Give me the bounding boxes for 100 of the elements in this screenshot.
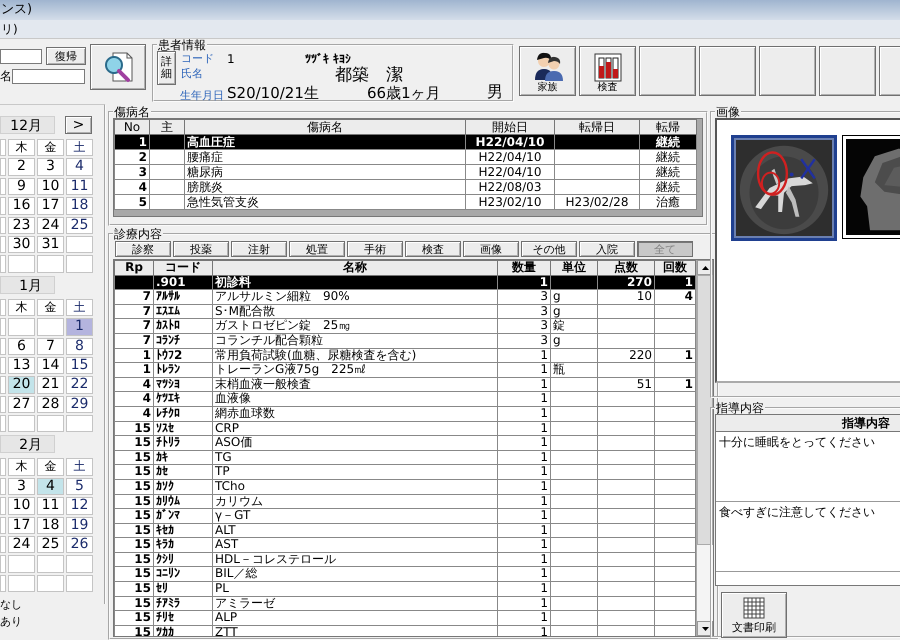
table-row[interactable]: 7 ｶｽﾄﾛ ガストロゼピン錠 25㎎ 3 錠 [114, 318, 696, 334]
calendar-day[interactable]: 14 [37, 356, 64, 374]
table-row[interactable]: 15 ﾁｱﾐﾗ アミラーゼ 1 [114, 596, 696, 611]
calendar-cell[interactable] [8, 574, 35, 592]
calendar-day[interactable]: 18 [37, 516, 64, 534]
table-row[interactable]: 2 腰痛症 H22/04/10 継続 [114, 150, 696, 164]
calendar-day[interactable]: 22 [66, 376, 93, 394]
column-header[interactable]: 主 [150, 120, 184, 134]
toolbar-button[interactable] [639, 46, 696, 96]
column-header[interactable]: Rp [114, 260, 154, 276]
calendar-cell[interactable] [37, 574, 64, 592]
calendar-day[interactable]: 10 [37, 178, 64, 196]
calendar-day[interactable]: 7 [37, 338, 64, 355]
table-row[interactable]: 15 ﾂｶｶ ZTT 1 [114, 625, 696, 636]
category-tab[interactable]: 検査 [405, 241, 461, 257]
calendar-day[interactable]: 31 [37, 236, 64, 254]
table-row[interactable]: 5 急性気管支炎 H23/02/10 H23/02/28 治癒 [114, 194, 696, 210]
table-row[interactable]: 15 ｶﾞﾝﾏ γ－GT 1 [114, 508, 696, 524]
calendar-day[interactable]: 1 [66, 318, 93, 336]
table-row[interactable]: 15 ｶｿｸ TCho 1 [114, 479, 696, 494]
category-tab[interactable]: 投薬 [173, 241, 229, 257]
table-row[interactable]: 15 ｾﾘ PL 1 [114, 582, 696, 596]
toolbar-button[interactable] [759, 46, 816, 96]
calendar-day[interactable]: 17 [8, 516, 35, 534]
table-row[interactable]: 15 ｶｷ TG 1 [114, 450, 696, 465]
calendar-day[interactable]: 28 [37, 396, 64, 414]
calendar-day[interactable]: 30 [8, 236, 35, 254]
calendar-day[interactable]: 4 [66, 158, 93, 176]
table-row[interactable]: 15 ｷﾗｶ AST 1 [114, 538, 696, 552]
category-tab[interactable]: 診察 [115, 241, 171, 257]
column-header[interactable]: 転帰日 [554, 120, 640, 134]
table-row[interactable]: 4 ﾏﾂｼﾖ 末梢血液一般検査 1 51 1 [114, 377, 696, 392]
calendar-day[interactable]: 23 [8, 216, 35, 234]
input-field[interactable] [0, 48, 42, 64]
test-button[interactable]: 検査 [579, 46, 636, 96]
category-tab[interactable]: 処置 [289, 241, 345, 257]
print-button[interactable]: 文書印刷 [721, 592, 787, 638]
table-row[interactable]: 7 ｱﾙｻﾙ アルサルミン細粒 90% 3 g 10 4 [114, 290, 696, 304]
menu-item[interactable]: リ) [0, 22, 18, 36]
column-header[interactable]: 傷病名 [184, 120, 466, 134]
calendar-day[interactable]: 6 [8, 338, 35, 355]
column-header[interactable]: 単位 [550, 260, 598, 276]
calendar-day[interactable]: 13 [8, 356, 35, 374]
calendar-day[interactable]: 12 [66, 497, 93, 515]
calendar-day[interactable]: 21 [37, 376, 64, 394]
column-header[interactable]: 指導内容 [716, 415, 900, 432]
table-row[interactable]: 1 ﾄﾚﾗﾝ トレーランG液75g 225㎖ 1 瓶 [114, 362, 696, 378]
table-row[interactable]: 1 高血圧症 H22/04/10 継続 [114, 134, 696, 150]
calendar-cell[interactable] [66, 415, 93, 432]
column-header[interactable]: 数量 [498, 260, 550, 276]
column-header[interactable]: コード [154, 260, 212, 276]
table-row[interactable]: 15 ｸｼﾘ HDL－コレステロール 1 [114, 552, 696, 567]
calendar-cell[interactable] [37, 555, 64, 573]
calendar-cell[interactable] [37, 318, 64, 336]
calendar-day[interactable]: 11 [37, 497, 64, 515]
calendar-cell[interactable] [8, 318, 35, 336]
calendar-day[interactable]: 24 [8, 536, 35, 554]
calendar-day[interactable]: 19 [66, 516, 93, 534]
table-row[interactable]: 15 ｶﾘｳﾑ カリウム 1 [114, 494, 696, 509]
category-tab[interactable]: 入院 [579, 241, 635, 257]
calendar-day[interactable]: 27 [8, 396, 35, 414]
calendar-day[interactable]: 2 [8, 158, 35, 176]
table-row[interactable]: .901 初診料 1 270 1 [114, 275, 696, 290]
column-header[interactable]: 名称 [212, 260, 498, 276]
calendar-day[interactable]: 26 [66, 536, 93, 554]
table-row[interactable]: 7 ｺﾗﾝﾁ コランチル配合顆粒 3 g [114, 333, 696, 348]
calendar-day[interactable]: 3 [8, 478, 35, 496]
calendar-day[interactable]: 11 [66, 178, 93, 196]
column-header[interactable]: 点数 [598, 260, 654, 276]
category-tab[interactable]: その他 [521, 241, 577, 257]
family-button[interactable]: 家族 [519, 46, 576, 96]
calendar-day[interactable]: 17 [37, 197, 64, 215]
table-row[interactable]: 15 ｿｽｾ CRP 1 [114, 421, 696, 436]
table-row[interactable]: 7 ｴｽｴﾑ S･M配合散 3 g [114, 304, 696, 319]
table-row[interactable]: 15 ﾁﾘｾ ALP 1 [114, 610, 696, 626]
table-row[interactable]: 15 ｶｾ TP 1 [114, 464, 696, 480]
table-row[interactable]: 15 ｷｾｶ ALT 1 [114, 523, 696, 538]
calendar-day[interactable]: 16 [8, 197, 35, 215]
category-tab[interactable]: 手術 [347, 241, 403, 257]
calendar-cell[interactable] [37, 255, 64, 273]
table-row[interactable]: 1 ﾄｳﾌ2 常用負荷試験(血糖、尿糖検査を含む) 1 220 1 [114, 348, 696, 363]
column-header[interactable]: No [114, 120, 150, 134]
toolbar-button[interactable] [819, 46, 876, 96]
next-month-button[interactable]: > [65, 116, 92, 134]
calendar-day[interactable]: 25 [66, 216, 93, 234]
calendar-cell[interactable] [8, 255, 35, 273]
calendar-cell[interactable] [66, 236, 93, 254]
calendar-day[interactable]: 10 [8, 497, 35, 515]
column-header[interactable]: 開始日 [466, 120, 554, 134]
table-row[interactable]: 4 膀胱炎 H22/08/03 継続 [114, 180, 696, 194]
calendar-cell[interactable] [8, 415, 35, 432]
calendar-day[interactable]: 29 [66, 396, 93, 414]
calendar-day[interactable]: 5 [66, 478, 93, 496]
calendar-day[interactable]: 24 [37, 216, 64, 234]
category-tab[interactable]: 画像 [463, 241, 519, 257]
calendar-day[interactable]: 3 [37, 158, 64, 176]
table-row[interactable]: 4 ﾚﾁｸﾛ 網赤血球数 1 [114, 406, 696, 422]
table-row[interactable]: 15 ﾁﾄﾘﾗ ASO価 1 [114, 436, 696, 450]
calendar-day[interactable]: 8 [66, 338, 93, 355]
detail-button[interactable]: 詳細 [157, 51, 176, 85]
